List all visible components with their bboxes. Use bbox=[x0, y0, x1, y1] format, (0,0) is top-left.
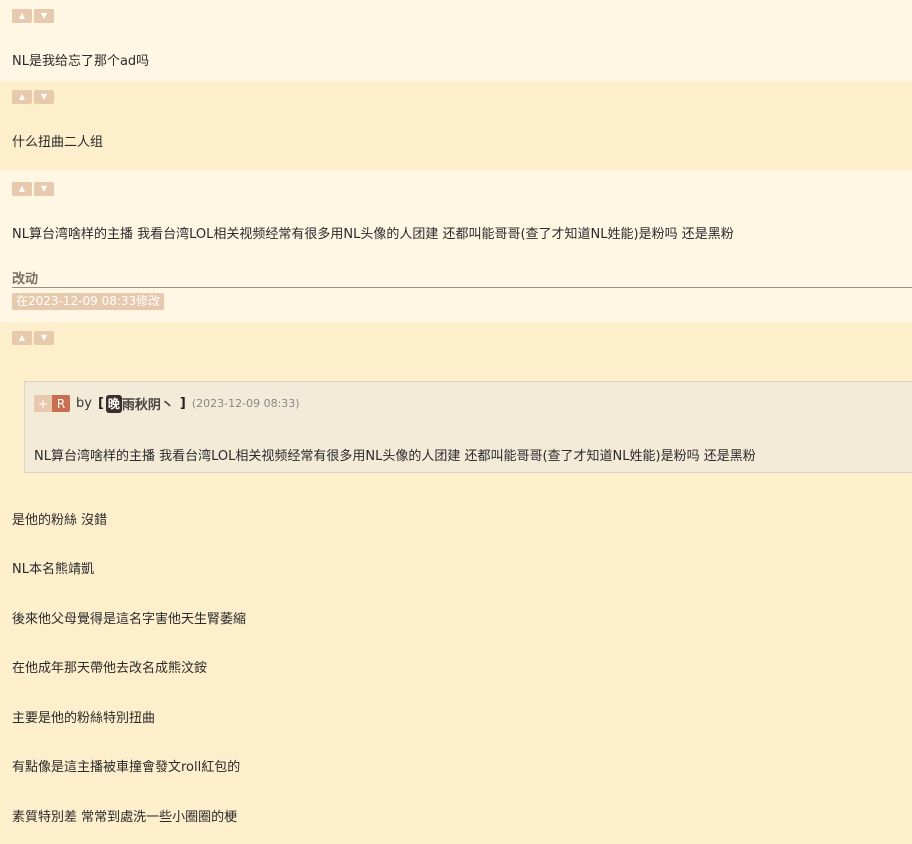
post-line: 在他成年那天帶他去改名成熊汶銨 bbox=[12, 661, 208, 676]
thumbs-down-icon: ▼ bbox=[40, 92, 48, 101]
thumbs-up-icon: ▲ bbox=[18, 333, 26, 342]
post-line: 是他的粉絲 沒錯 bbox=[12, 513, 108, 528]
post-text: 什么扭曲二人组 bbox=[12, 135, 104, 150]
quote-username-link[interactable]: 雨秋阴丶 bbox=[122, 394, 174, 413]
edit-label: 改动 bbox=[12, 272, 39, 287]
thumbs-down-icon: ▼ bbox=[40, 184, 48, 193]
quote-header: + R by [ 晚 雨秋阴丶 ] (2023-12-09 08:33) bbox=[34, 394, 300, 413]
quote-text: NL算台湾啥样的主播 我看台湾LOL相关视频经常有很多用NL头像的人团建 还都叫… bbox=[34, 449, 756, 464]
reply-post-4: ▲ ▼ + R by [ 晚 雨秋阴丶 ] (2023-12-09 08:33)… bbox=[0, 322, 912, 844]
upvote-button[interactable]: ▲ bbox=[12, 182, 32, 196]
vote-buttons: ▲ ▼ bbox=[12, 182, 54, 196]
quote-date: (2023-12-09 08:33) bbox=[191, 397, 300, 410]
reply-post-2: ▲ ▼ 什么扭曲二人组 bbox=[0, 81, 912, 171]
upvote-button[interactable]: ▲ bbox=[12, 9, 32, 23]
bracket-open: [ bbox=[97, 396, 104, 411]
thumbs-up-icon: ▲ bbox=[18, 184, 26, 193]
quote-expand-button[interactable]: + bbox=[34, 395, 52, 412]
reply-post-3: ▲ ▼ NL算台湾啥样的主播 我看台湾LOL相关视频经常有很多用NL头像的人团建… bbox=[0, 171, 912, 322]
vote-buttons: ▲ ▼ bbox=[12, 90, 54, 104]
quote-by-label: by bbox=[76, 396, 92, 411]
post-text: NL是我给忘了那个ad吗 bbox=[12, 54, 150, 69]
downvote-button[interactable]: ▼ bbox=[34, 331, 54, 345]
post-line: 有點像是這主播被車撞會發文roll紅包的 bbox=[12, 760, 241, 775]
thumbs-up-icon: ▲ bbox=[18, 92, 26, 101]
bracket-close: ] bbox=[179, 396, 186, 411]
post-text: NL算台湾啥样的主播 我看台湾LOL相关视频经常有很多用NL头像的人团建 还都叫… bbox=[12, 227, 734, 242]
quote-block: + R by [ 晚 雨秋阴丶 ] (2023-12-09 08:33) NL算… bbox=[24, 381, 912, 473]
reply-post-1: ▲ ▼ NL是我给忘了那个ad吗 bbox=[0, 0, 912, 81]
thumbs-up-icon: ▲ bbox=[18, 11, 26, 20]
post-line: NL本名熊靖凱 bbox=[12, 562, 94, 577]
edit-divider bbox=[12, 287, 912, 288]
downvote-button[interactable]: ▼ bbox=[34, 182, 54, 196]
upvote-button[interactable]: ▲ bbox=[12, 90, 32, 104]
edit-timestamp-badge: 在2023-12-09 08:33修改 bbox=[12, 293, 165, 310]
post-line: 後來他父母覺得是這名字害他天生腎萎縮 bbox=[12, 612, 247, 627]
reply-button[interactable]: R bbox=[52, 395, 70, 412]
post-line: 主要是他的粉絲特別扭曲 bbox=[12, 711, 156, 726]
avatar[interactable]: 晚 bbox=[105, 394, 122, 413]
thumbs-down-icon: ▼ bbox=[40, 11, 48, 20]
downvote-button[interactable]: ▼ bbox=[34, 90, 54, 104]
downvote-button[interactable]: ▼ bbox=[34, 9, 54, 23]
thumbs-down-icon: ▼ bbox=[40, 333, 48, 342]
upvote-button[interactable]: ▲ bbox=[12, 331, 32, 345]
vote-buttons: ▲ ▼ bbox=[12, 331, 54, 345]
post-line: 素質特別差 常常到處洗一些小圈圈的梗 bbox=[12, 810, 238, 825]
vote-buttons: ▲ ▼ bbox=[12, 9, 54, 23]
